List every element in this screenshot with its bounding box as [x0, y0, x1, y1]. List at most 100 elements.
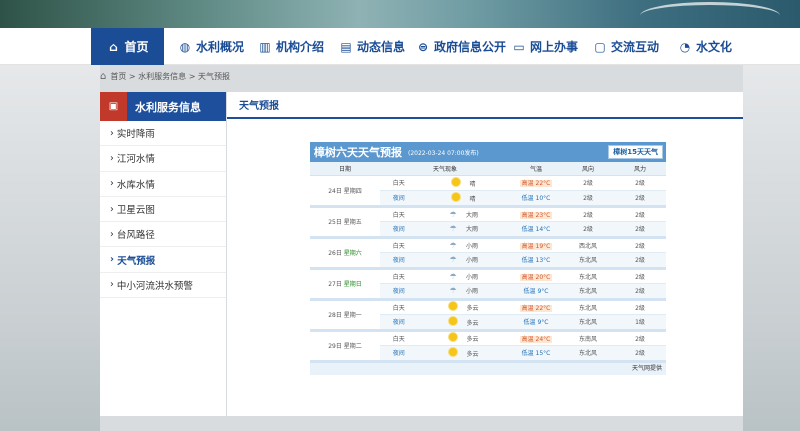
- sidebar-item-weather-forecast[interactable]: › 天气预报: [100, 247, 226, 273]
- weather-text: 小雨: [466, 288, 479, 296]
- sidebar-item-label: 江河水情: [116, 154, 155, 166]
- wind-direction-cell: 东北风: [562, 299, 614, 315]
- news-icon: ▤: [340, 39, 352, 54]
- wind-direction-cell: 东北风: [562, 314, 614, 332]
- period-cell: 夜间: [380, 314, 418, 332]
- weather-text: 多云: [466, 350, 479, 358]
- crumb-current: 天气预报: [197, 72, 230, 81]
- sidebar-item-realtime-rain[interactable]: › 实时降雨: [100, 121, 226, 147]
- background-right: [743, 65, 800, 431]
- nav-label: 首页: [124, 40, 149, 54]
- wind-force-cell: 2级: [614, 221, 666, 239]
- temp-cell: 高温 22°C: [510, 175, 562, 191]
- weather-provider: 天气网提供: [310, 362, 666, 375]
- temp-label: 低温 10°C: [521, 195, 551, 203]
- weather-row: 28日 星期一 白天 多云 高温 22°C 东北风 2级: [310, 299, 666, 332]
- weather-cell: 晴: [417, 190, 510, 208]
- col-weather: 天气现象: [380, 162, 510, 176]
- home-icon: ⌂: [100, 71, 107, 82]
- crumb-service-info[interactable]: 水利服务信息: [138, 71, 186, 82]
- weather-text: 多云: [466, 319, 479, 327]
- partly-cloudy-icon: [449, 347, 457, 356]
- wind-force-cell: 2级: [614, 299, 666, 315]
- weekday-text: 星期二: [343, 343, 362, 350]
- building-icon: ▥: [259, 39, 271, 54]
- nav-label: 交流互动: [611, 40, 660, 54]
- nav-news[interactable]: ▤ 动态信息: [339, 28, 405, 65]
- temp-label: 低温 9°C: [523, 288, 549, 296]
- nav-gov-info[interactable]: ⊜ 政府信息公开: [416, 28, 506, 65]
- nav-institutions[interactable]: ▥ 机构介绍: [258, 28, 324, 65]
- weather-text: 小雨: [466, 242, 479, 250]
- weather-text: 大雨: [466, 211, 479, 219]
- sidebar-item-label: 中小河流洪水预警: [116, 280, 193, 292]
- temp-label: 低温 13°C: [521, 257, 551, 265]
- weekday-text: 星期六: [343, 250, 362, 257]
- period-cell: 夜间: [380, 252, 418, 270]
- tab-label: 天气预报: [239, 101, 279, 112]
- rain-icon: ☂: [449, 240, 457, 250]
- period-cell: 白天: [380, 175, 418, 191]
- partly-cloudy-icon: [449, 316, 457, 325]
- temp-cell: 低温 9°C: [510, 283, 562, 301]
- main-nav: ⌂ 首页 ◍ 水利概况 ▥ 机构介绍 ▤ 动态信息 ⊜ 政府信息公开 ▭ 网上办事 ▢ 交流互…: [0, 28, 800, 65]
- rain-icon: ☂: [449, 286, 457, 296]
- period-cell: 白天: [380, 206, 418, 222]
- nav-label: 水文化: [696, 40, 733, 54]
- weather-row: 29日 星期二 白天 多云 高温 24°C 东南风 2级: [310, 330, 666, 363]
- wind-direction-cell: 西北风: [562, 237, 614, 253]
- temp-label: 低温 14°C: [521, 226, 551, 234]
- wind-direction-cell: 2级: [562, 190, 614, 208]
- date-text: 24日: [328, 187, 342, 195]
- sidebar-item-satellite-cloud[interactable]: › 卫星云图: [100, 197, 226, 223]
- tab-weather-forecast[interactable]: 天气预报: [227, 92, 743, 119]
- period-cell: 夜间: [380, 190, 418, 208]
- sidebar-title-text: 水利服务信息: [135, 100, 201, 114]
- sidebar-item-flood-warning[interactable]: › 中小河流洪水预警: [100, 273, 226, 299]
- weather-row: 27日 星期日 白天 ☂ 小雨 高温 20°C 东北风 2级: [310, 268, 666, 301]
- nav-interaction[interactable]: ▢ 交流互动: [593, 28, 659, 65]
- date-cell: 26日 星期六: [310, 237, 380, 270]
- weather-widget: 樟树六天天气预报 (2022-03-24 07:00发布) 樟树15天天气 日期…: [310, 142, 666, 375]
- sidebar-title: ▣ 水利服务信息: [100, 92, 226, 121]
- temp-label: 高温 23°C: [519, 211, 553, 219]
- weather-cell: 多云: [417, 330, 510, 346]
- wind-force-cell: 2级: [614, 190, 666, 208]
- nav-online-services[interactable]: ▭ 网上办事: [512, 28, 578, 65]
- nav-label: 机构介绍: [276, 40, 325, 54]
- wind-force-cell: 2级: [614, 206, 666, 222]
- wind-force-cell: 2级: [614, 175, 666, 191]
- col-wind-force: 风力: [614, 162, 666, 176]
- wind-direction-cell: 东北风: [562, 283, 614, 301]
- partly-cloudy-icon: [449, 333, 457, 342]
- sidebar-item-reservoir-levels[interactable]: › 水库水情: [100, 172, 226, 197]
- weekday-text: 星期日: [343, 281, 362, 288]
- weather-cell: 多云: [417, 314, 510, 332]
- weather-text: 多云: [466, 336, 479, 344]
- 15-day-weather-button[interactable]: 樟树15天天气: [608, 145, 663, 159]
- nav-label: 政府信息公开: [434, 40, 507, 54]
- sidebar-item-river-levels[interactable]: › 江河水情: [100, 146, 226, 172]
- temp-cell: 低温 13°C: [510, 252, 562, 270]
- nav-label: 水利概况: [196, 40, 245, 54]
- sidebar-item-typhoon-path[interactable]: › 台风路径: [100, 222, 226, 248]
- period-cell: 夜间: [380, 283, 418, 301]
- wind-direction-cell: 2级: [562, 206, 614, 222]
- wind-direction-cell: 东北风: [562, 268, 614, 284]
- period-cell: 白天: [380, 299, 418, 315]
- period-cell: 白天: [380, 237, 418, 253]
- nav-home[interactable]: ⌂ 首页: [91, 28, 164, 65]
- period-cell: 白天: [380, 268, 418, 284]
- nav-water-culture[interactable]: ◔ 水文化: [678, 28, 732, 65]
- temp-label: 高温 22°C: [519, 304, 553, 312]
- weather-text: 多云: [466, 305, 479, 313]
- period-cell: 白天: [380, 330, 418, 346]
- nav-label: 网上办事: [530, 40, 579, 54]
- rain-icon: ☂: [449, 255, 457, 265]
- wind-direction-cell: 东北风: [562, 252, 614, 270]
- main-content: 天气预报 樟树六天天气预报 (2022-03-24 07:00发布) 樟树15天…: [227, 92, 743, 416]
- nav-overview[interactable]: ◍ 水利概况: [178, 28, 244, 65]
- weekday-text: 星期四: [343, 187, 362, 195]
- crumb-home[interactable]: 首页: [110, 71, 126, 82]
- crumb-separator: >: [128, 72, 136, 81]
